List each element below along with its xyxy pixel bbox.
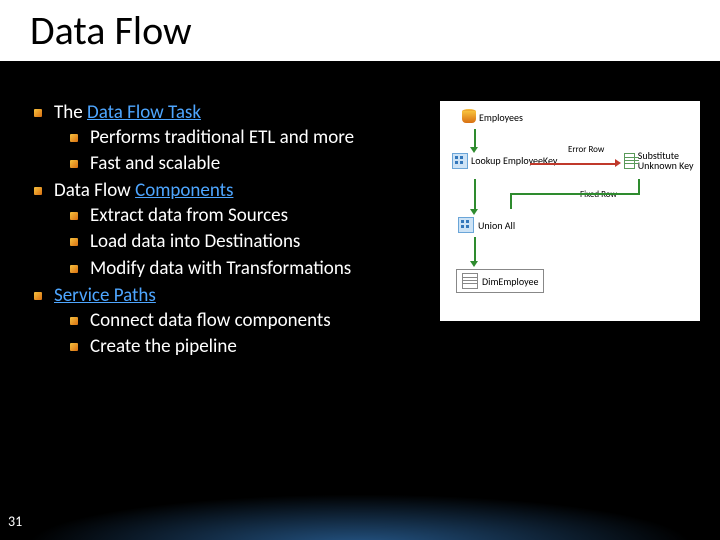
arrow-line	[474, 237, 476, 261]
bullet-2: Service Paths Connect data flow componen…	[30, 284, 430, 360]
node-dimemployee: DimEmployee	[456, 269, 544, 293]
arrow-line	[638, 179, 640, 193]
database-icon	[462, 109, 476, 125]
arrow-line	[510, 193, 640, 195]
bullet-0-sub-0: Performs traditional ETL and more	[54, 126, 430, 151]
bullet-1: Data Flow Components Extract data from S…	[30, 179, 430, 282]
node-employees-label: Employees	[479, 111, 523, 124]
bullet-0-pre: The	[54, 101, 87, 124]
bullet-2-sub-1: Create the pipeline	[54, 335, 430, 360]
link-service-paths[interactable]: Service Paths	[54, 284, 156, 307]
node-union-all-label: Union All	[478, 219, 515, 232]
bullet-1-sub-1: Load data into Destinations	[54, 230, 430, 255]
bullet-0: The Data Flow Task Performs traditional …	[30, 101, 430, 177]
bullet-column: The Data Flow Task Performs traditional …	[30, 101, 430, 362]
bullet-1-pre: Data Flow	[54, 179, 135, 202]
content-row: The Data Flow Task Performs traditional …	[0, 61, 720, 362]
arrow-line	[474, 179, 476, 209]
node-dimemployee-label: DimEmployee	[482, 275, 538, 288]
lookup-icon	[452, 153, 468, 169]
arrow-head-icon	[470, 209, 478, 215]
script-icon	[624, 153, 635, 169]
arrow-head-icon	[615, 159, 621, 167]
bullet-1-sub-0: Extract data from Sources	[54, 204, 430, 229]
unionall-icon	[458, 217, 474, 233]
arrow-line	[474, 129, 476, 147]
slide: Data Flow The Data Flow Task Performs tr…	[0, 0, 720, 540]
table-icon	[462, 273, 478, 289]
bullet-1-sub-2: Modify data with Transformations	[54, 257, 430, 282]
footer-glow	[0, 490, 720, 540]
node-substitute-label: Substitute Unknown Key	[638, 151, 700, 171]
arrow-head-icon	[470, 261, 478, 267]
node-lookup: Lookup EmployeeKey	[452, 153, 557, 169]
link-components[interactable]: Components	[135, 179, 233, 202]
dataflow-diagram: Employees Lookup EmployeeKey Error Row S…	[440, 101, 700, 321]
node-union-all: Union All	[458, 217, 515, 233]
node-employees: Employees	[462, 109, 523, 125]
slide-title: Data Flow	[30, 6, 720, 55]
slide-number: 31	[8, 513, 22, 530]
bullet-2-sub-0: Connect data flow components	[54, 309, 430, 334]
bullet-0-sub-1: Fast and scalable	[54, 152, 430, 177]
arrow-line	[510, 193, 512, 209]
link-data-flow-task[interactable]: Data Flow Task	[87, 101, 201, 124]
arrow-line-error	[530, 163, 615, 165]
title-band: Data Flow	[0, 0, 720, 61]
node-substitute: Substitute Unknown Key	[624, 151, 700, 171]
edge-label-error-row: Error Row	[568, 144, 604, 155]
